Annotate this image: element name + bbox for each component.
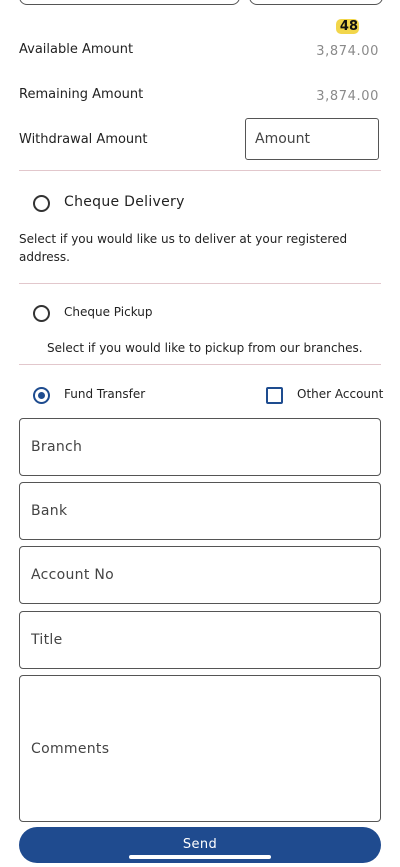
- cheque-pickup-description: Select if you would like to pickup from …: [47, 341, 363, 355]
- cheque-pickup-radio[interactable]: [33, 305, 50, 322]
- comments-field[interactable]: [19, 675, 381, 822]
- fund-transfer-label[interactable]: Fund Transfer: [64, 387, 145, 401]
- count-badge: 48: [336, 19, 359, 34]
- remaining-amount-value: 3,874.00: [316, 89, 379, 104]
- remaining-amount-label: Remaining Amount: [19, 87, 144, 102]
- available-amount-value: 3,874.00: [316, 44, 379, 59]
- other-account-checkbox[interactable]: [266, 387, 283, 404]
- account-number-field[interactable]: [19, 546, 381, 604]
- other-account-label[interactable]: Other Account: [297, 387, 383, 401]
- cheque-delivery-label[interactable]: Cheque Delivery: [64, 194, 185, 210]
- cheque-delivery-radio[interactable]: [33, 195, 50, 212]
- divider: [19, 283, 381, 284]
- withdrawal-amount-label: Withdrawal Amount: [19, 132, 148, 147]
- bank-field[interactable]: [19, 482, 381, 540]
- divider: [19, 364, 381, 365]
- divider: [19, 170, 381, 171]
- top-field-left[interactable]: [19, 0, 240, 5]
- available-amount-label: Available Amount: [19, 42, 134, 57]
- cheque-delivery-description: Select if you would like us to deliver a…: [19, 232, 348, 264]
- top-field-right[interactable]: [249, 0, 383, 5]
- home-indicator: [129, 855, 271, 859]
- title-field[interactable]: [19, 611, 381, 669]
- withdrawal-amount-input[interactable]: [245, 118, 379, 160]
- cheque-pickup-label[interactable]: Cheque Pickup: [64, 305, 153, 319]
- fund-transfer-radio[interactable]: [33, 387, 50, 404]
- branch-field[interactable]: [19, 418, 381, 476]
